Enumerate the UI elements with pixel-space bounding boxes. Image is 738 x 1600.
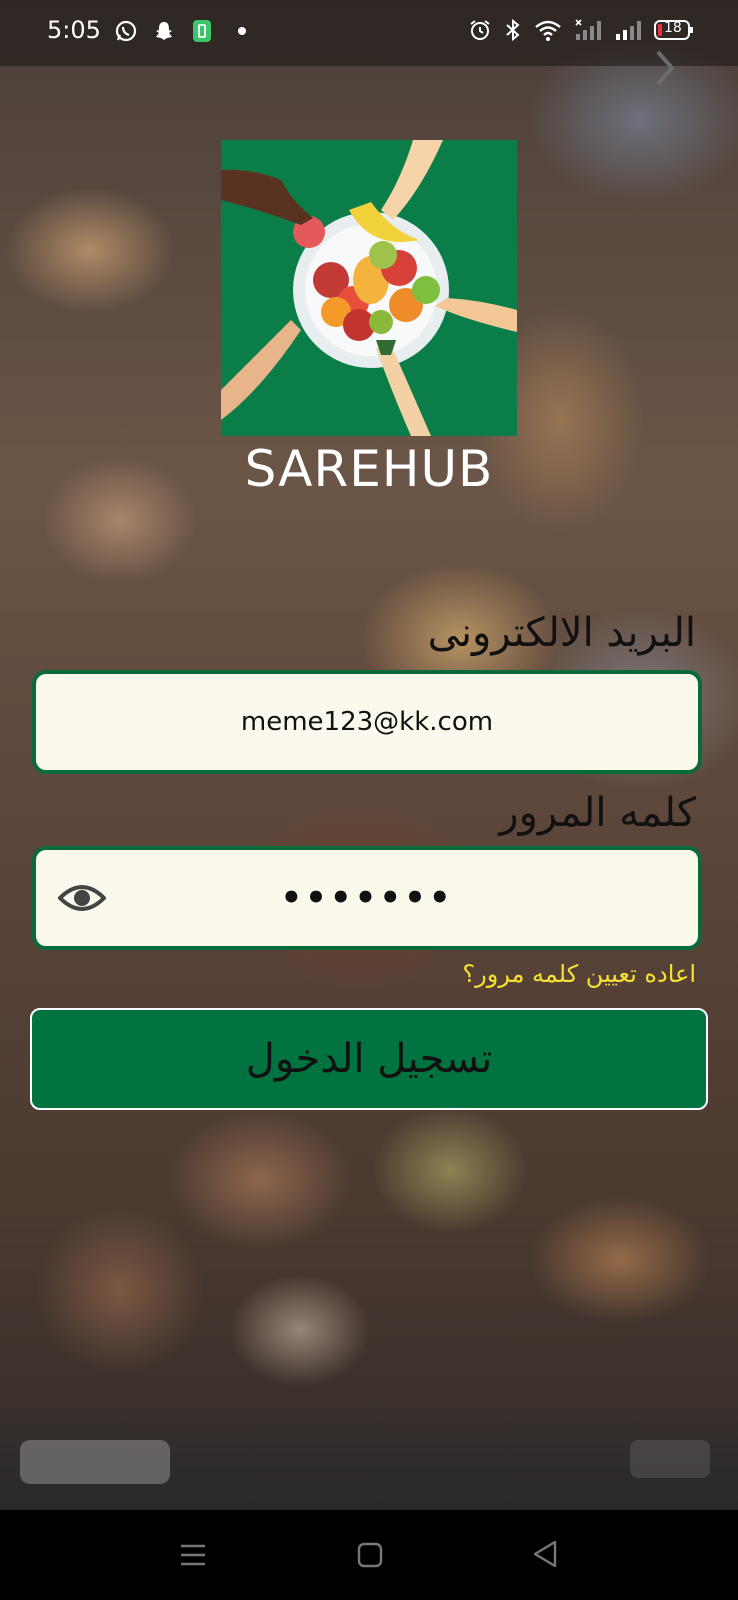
email-label: البريد الالكترونى bbox=[427, 610, 696, 656]
forgot-password-link[interactable]: اعاده تعيين كلمه مرور؟ bbox=[462, 960, 696, 988]
system-nav-bar bbox=[0, 1510, 738, 1600]
email-field[interactable]: meme123@kk.com bbox=[32, 670, 702, 774]
snapchat-icon bbox=[156, 22, 172, 40]
alarm-icon bbox=[470, 20, 490, 40]
app-logo bbox=[221, 140, 517, 436]
wifi-icon bbox=[535, 20, 561, 41]
bluetooth-icon bbox=[506, 18, 520, 42]
password-field[interactable]: ••••••• bbox=[32, 846, 702, 950]
battery-icon: 18 bbox=[654, 19, 694, 41]
password-value[interactable]: ••••••• bbox=[36, 850, 698, 946]
battery-saver-icon bbox=[193, 20, 211, 42]
signal-icon bbox=[575, 19, 601, 40]
login-button[interactable]: تسجيل الدخول bbox=[30, 1008, 708, 1110]
whatsapp-icon bbox=[115, 20, 137, 42]
app-name: SAREHUB bbox=[244, 440, 494, 498]
background-blur-shape bbox=[630, 1440, 710, 1478]
chevron-right-icon[interactable] bbox=[646, 48, 686, 88]
signal-icon bbox=[616, 21, 641, 40]
notification-icons bbox=[114, 18, 252, 44]
battery-level: 18 bbox=[664, 20, 682, 36]
email-value[interactable]: meme123@kk.com bbox=[36, 674, 698, 770]
back-triangle-icon[interactable] bbox=[530, 1538, 560, 1570]
system-icons: 18 bbox=[468, 18, 694, 42]
menu-icon[interactable] bbox=[178, 1540, 208, 1570]
password-label: كلمه المرور bbox=[499, 790, 696, 836]
status-time: 5:05 bbox=[47, 16, 101, 44]
background-blur-shape bbox=[20, 1440, 170, 1484]
dot-icon bbox=[238, 27, 246, 35]
status-bar: 5:05 18 bbox=[0, 0, 738, 66]
home-square-icon[interactable] bbox=[356, 1540, 384, 1570]
